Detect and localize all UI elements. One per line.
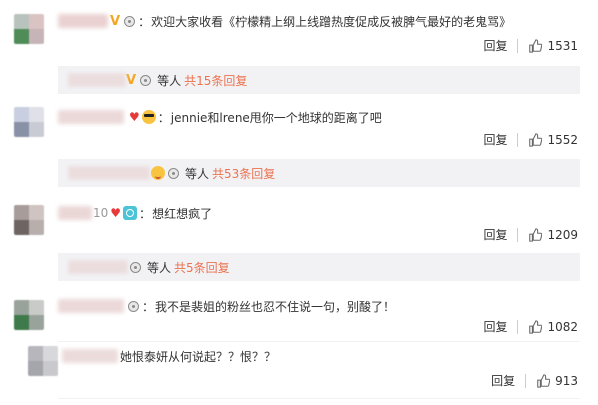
divider	[58, 398, 580, 399]
username-blurred[interactable]	[58, 299, 124, 313]
username-blurred[interactable]	[58, 110, 124, 124]
avatar[interactable]	[14, 14, 44, 44]
divider	[517, 227, 519, 242]
medal-icon	[124, 15, 136, 27]
thumb-up-icon[interactable]	[528, 38, 543, 53]
medal-icon	[140, 74, 152, 86]
thumb-up-icon[interactable]	[528, 319, 543, 334]
sub-replies-more-link[interactable]: 共15条回复	[184, 72, 247, 89]
comment-text: 想红想疯了	[152, 206, 213, 221]
username-blurred	[68, 73, 126, 87]
username-blurred[interactable]	[58, 206, 92, 220]
comment-text: 欢迎大家收看《柠檬精上纲上线蹭热度促成反被脾气最好的老鬼骂》	[151, 14, 512, 29]
comment-actions: 回复 1552	[483, 131, 578, 148]
sub-replies-others: 等人	[147, 260, 172, 275]
thumb-up-icon[interactable]	[528, 227, 543, 242]
medal-icon	[128, 300, 139, 312]
reply-button[interactable]: 回复	[491, 372, 515, 389]
divider	[517, 38, 519, 53]
username-blurred	[68, 260, 128, 274]
divider	[517, 132, 519, 147]
heart-icon: ♥	[129, 110, 140, 124]
username-blurred[interactable]	[58, 14, 108, 28]
sub-replies-bar[interactable]: V 等人 共15条回复	[58, 66, 580, 94]
username-blurred[interactable]	[62, 349, 118, 363]
avatar[interactable]	[14, 205, 44, 235]
sub-replies-others: 等人	[185, 166, 210, 181]
comment-text: 我不是裴姐的粉丝也忍不住说一句，别酸了！	[155, 299, 396, 314]
like-count: 1209	[547, 227, 578, 242]
username-suffix: 10	[93, 206, 109, 220]
reply-button[interactable]: 回复	[483, 37, 507, 54]
comment-actions: 回复 1209	[483, 226, 578, 243]
reply-button[interactable]: 回复	[483, 226, 507, 243]
comment-actions: 回复 1531	[483, 37, 578, 54]
medal-icon	[130, 261, 141, 273]
sub-replies-more-link[interactable]: 共53条回复	[212, 165, 275, 182]
like-count: 1082	[547, 319, 578, 334]
smile-emoji-icon	[151, 166, 165, 180]
colon: ：	[142, 299, 155, 314]
verified-v-icon: V	[126, 72, 137, 88]
thumb-up-icon[interactable]	[536, 373, 551, 388]
divider	[525, 373, 527, 388]
username-blurred	[68, 166, 150, 180]
avatar[interactable]	[28, 346, 58, 376]
comment-text: jennie和lrene甩你一个地球的距离了吧	[170, 110, 382, 125]
sub-replies-more-link[interactable]: 共5条回复	[174, 259, 230, 276]
like-count: 1552	[547, 132, 578, 147]
divider	[517, 319, 519, 334]
comment-actions: 回复 1082	[483, 318, 578, 335]
like-count: 1531	[547, 38, 578, 53]
sub-replies-bar[interactable]: 等人 共53条回复	[58, 159, 580, 187]
comment-actions: 回复 913	[491, 372, 578, 389]
divider	[58, 341, 580, 342]
avatar[interactable]	[14, 107, 44, 137]
colon: ：	[139, 206, 152, 221]
verified-v-icon: V	[110, 13, 121, 29]
face-emoji-icon	[123, 206, 138, 220]
like-count: 913	[555, 373, 578, 388]
avatar[interactable]	[14, 300, 44, 330]
medal-icon	[168, 167, 179, 179]
cool-emoji-icon	[141, 110, 156, 124]
heart-icon: ♥	[110, 206, 122, 220]
colon: ：	[157, 110, 170, 125]
comment-text: 她恨泰妍从何说起？？恨？？	[120, 349, 277, 364]
thumb-up-icon[interactable]	[528, 132, 543, 147]
colon: ：	[138, 14, 151, 29]
sub-replies-bar[interactable]: 等人 共5条回复	[58, 253, 580, 281]
sub-replies-others: 等人	[157, 73, 182, 88]
reply-button[interactable]: 回复	[483, 131, 507, 148]
reply-button[interactable]: 回复	[483, 318, 507, 335]
